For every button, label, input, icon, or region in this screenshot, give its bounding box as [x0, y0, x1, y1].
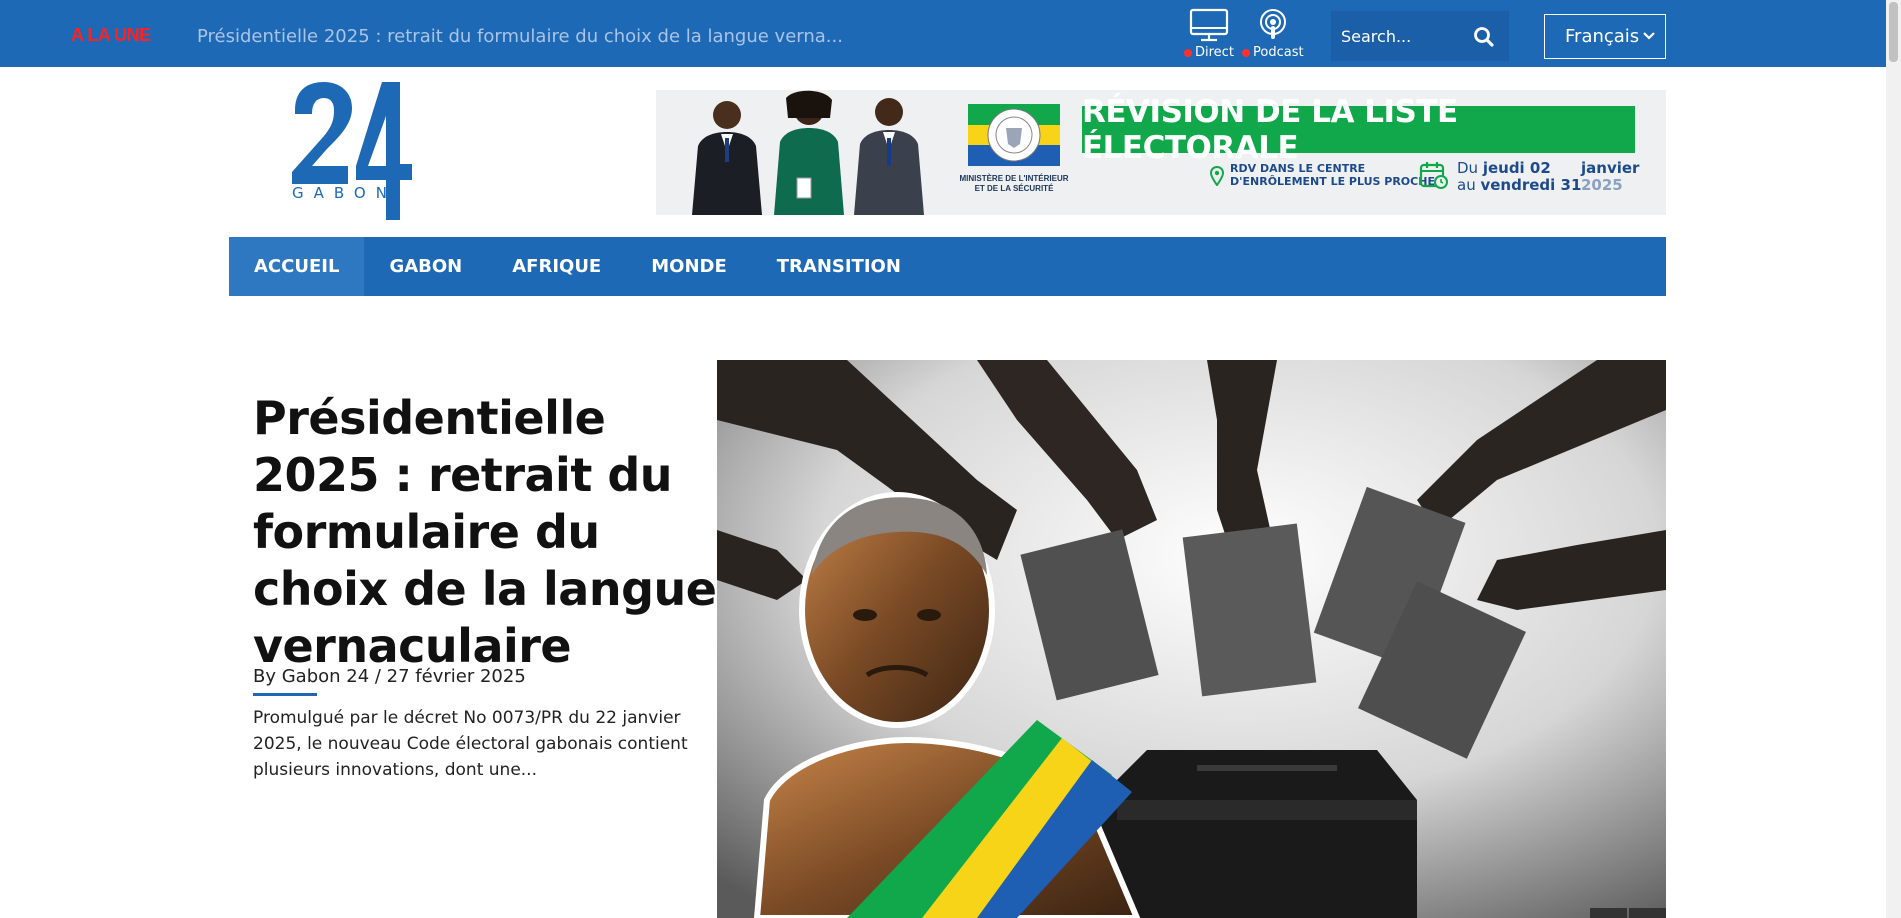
gabon-flag-emblem-icon	[968, 104, 1060, 166]
ballot-illustration	[717, 360, 1666, 918]
search-input[interactable]	[1341, 24, 1471, 48]
rdv-line-1: RDV DANS LE CENTRE	[1230, 162, 1366, 175]
direct-button[interactable]: Direct	[1184, 8, 1234, 60]
nav-item-gabon[interactable]: GABON	[364, 237, 487, 296]
logo-wordmark: GABON	[292, 184, 397, 202]
monitor-icon	[1189, 8, 1229, 42]
language-select[interactable]: Français	[1544, 14, 1666, 59]
slider-prev-button[interactable]	[1590, 908, 1627, 918]
electoral-banner-ad[interactable]: MINISTÈRE DE L'INTÉRIEUR ET DE LA SÉCURI…	[656, 90, 1666, 215]
nav-item-accueil[interactable]: ACCUEIL	[229, 237, 365, 296]
nav-item-transition[interactable]: TRANSITION	[752, 237, 926, 296]
year-label: 2025	[1581, 176, 1623, 194]
banner-headline: RÉVISION DE LA LISTE ÉLECTORALE	[1082, 94, 1635, 166]
month-label: janvier	[1581, 159, 1640, 177]
location-pin-icon	[1210, 166, 1224, 186]
podcast-button[interactable]: Podcast	[1242, 8, 1304, 60]
nav-item-afrique[interactable]: AFRIQUE	[487, 237, 626, 296]
date-prefix-1: Du	[1457, 159, 1483, 177]
podcast-icon	[1259, 9, 1286, 39]
date-end: vendredi 31	[1480, 176, 1582, 194]
slider-controls[interactable]	[1590, 908, 1666, 918]
news-ticker-link[interactable]: Présidentielle 2025 : retrait du formula…	[197, 26, 843, 47]
people-illustration	[692, 90, 924, 215]
direct-label: Direct	[1195, 45, 1234, 60]
gabon24-logo-icon: GABON	[292, 82, 412, 220]
search-icon[interactable]	[1473, 26, 1495, 48]
byline-divider	[253, 693, 317, 696]
ministry-label: MINISTÈRE DE L'INTÉRIEUR ET DE LA SÉCURI…	[959, 174, 1069, 193]
date-prefix-2: au	[1457, 176, 1481, 194]
live-dot-icon	[1184, 48, 1192, 57]
rdv-text: RDV DANS LE CENTRE D'ENRÔLEMENT LE PLUS …	[1230, 162, 1435, 188]
breaking-news-label: A LA UNE	[71, 25, 151, 45]
nav-item-monde[interactable]: MONDE	[626, 237, 752, 296]
top-bar: A LA UNE Présidentielle 2025 : retrait d…	[0, 0, 1901, 67]
scrollbar-thumb[interactable]	[1889, 2, 1898, 62]
article-title[interactable]: Présidentielle 2025 : retrait du formula…	[253, 390, 723, 675]
search-box	[1331, 11, 1509, 61]
chevron-down-icon	[1643, 32, 1655, 40]
main-navigation: ACCUEIL GABON AFRIQUE MONDE TRANSITION	[229, 237, 1666, 296]
article-excerpt: Promulgué par le décret No 0073/PR du 22…	[253, 708, 688, 780]
language-selected-value: Français	[1565, 26, 1640, 47]
page-scrollbar[interactable]	[1886, 0, 1901, 918]
banner-month: janvier 2025	[1581, 160, 1639, 194]
date-start: jeudi 02	[1482, 159, 1551, 177]
banner-dates: Du jeudi 02 au vendredi 31	[1457, 160, 1581, 194]
podcast-label: Podcast	[1253, 45, 1304, 60]
page: A LA UNE Présidentielle 2025 : retrait d…	[0, 0, 1901, 918]
article-hero-image[interactable]	[717, 360, 1666, 918]
article-byline: By Gabon 24 / 27 février 2025	[253, 666, 526, 687]
calendar-icon	[1419, 162, 1448, 189]
slider-next-button[interactable]	[1629, 908, 1666, 918]
site-logo[interactable]: GABON	[290, 80, 420, 225]
live-dot-icon	[1242, 48, 1250, 57]
rdv-line-2: D'ENRÔLEMENT LE PLUS PROCHE	[1230, 175, 1435, 188]
